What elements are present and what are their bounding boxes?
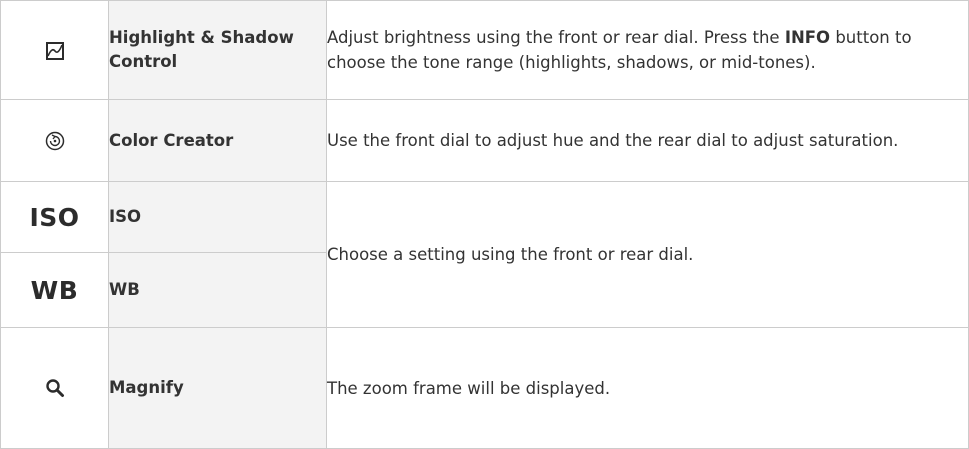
description-text: Choose a setting using the front or rear…: [327, 245, 694, 264]
description-cell: Adjust brightness using the front or rea…: [326, 0, 969, 100]
table-row: ISO ISO Choose a setting using the front…: [0, 181, 969, 328]
icon-cell: [0, 99, 109, 182]
icon-cell: [0, 327, 109, 449]
table-row: Color Creator Use the front dial to adju…: [0, 99, 969, 182]
highlight-shadow-label: Highlight & Shadow Control: [109, 28, 294, 71]
function-name-cell: Highlight & Shadow Control: [108, 0, 327, 100]
description-text: Adjust brightness using the front or rea…: [327, 28, 785, 47]
function-name-cell: WB: [108, 252, 327, 328]
color-creator-icon: [45, 130, 65, 150]
table-row: Highlight & Shadow Control Adjust bright…: [0, 0, 969, 100]
iso-icon: ISO: [29, 202, 80, 232]
color-creator-label: Color Creator: [109, 130, 234, 150]
wb-label: WB: [109, 280, 140, 299]
description-cell: The zoom frame will be displayed.: [326, 327, 969, 449]
highlight-shadow-icon: [45, 40, 64, 60]
description-cell: Use the front dial to adjust hue and the…: [326, 99, 969, 182]
iso-label: ISO: [109, 207, 142, 226]
table-row: Magnify The zoom frame will be displayed…: [0, 327, 969, 449]
function-name-cell: Color Creator: [108, 99, 327, 182]
icon-cell: ISO: [0, 181, 109, 253]
description-cell: Choose a setting using the front or rear…: [326, 181, 969, 328]
magnify-icon: [45, 378, 65, 398]
function-name-cell: Magnify: [108, 327, 327, 449]
description-text: The zoom frame will be displayed.: [327, 378, 611, 398]
info-button-label: INFO: [784, 28, 831, 47]
function-name-cell: ISO: [108, 181, 327, 253]
magnify-label: Magnify: [109, 378, 184, 397]
icon-cell: WB: [0, 252, 109, 328]
icon-cell: [0, 0, 109, 100]
function-reference-table: Highlight & Shadow Control Adjust bright…: [0, 0, 969, 449]
wb-icon: WB: [30, 275, 79, 305]
description-text: Use the front dial to adjust hue and the…: [327, 131, 899, 150]
